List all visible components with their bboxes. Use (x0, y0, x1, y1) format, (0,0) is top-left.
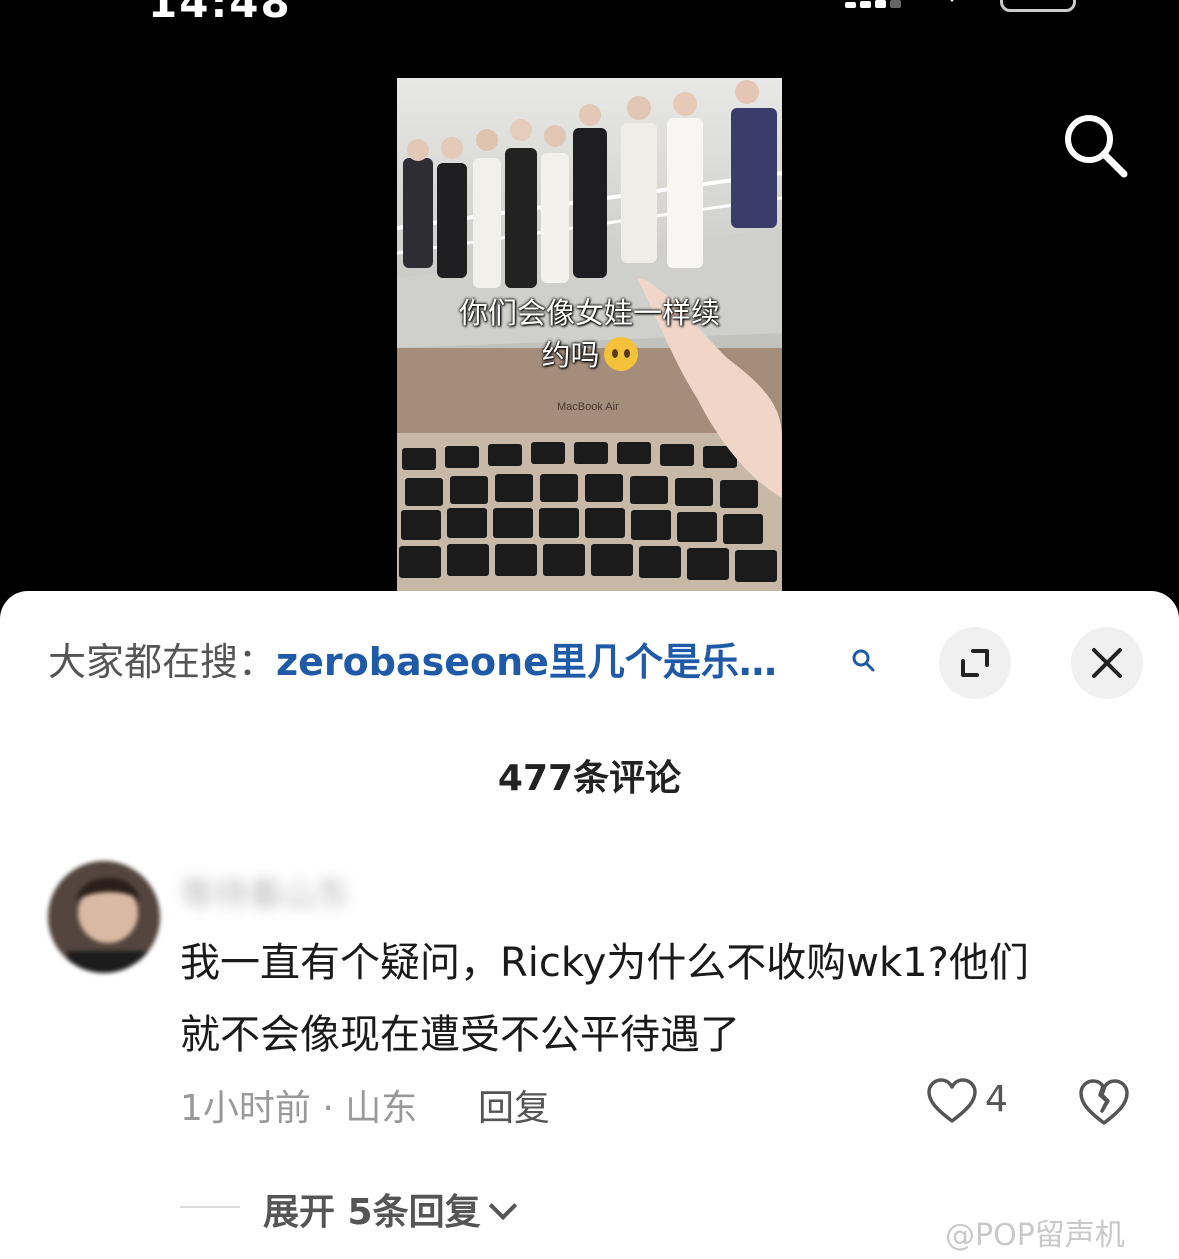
video-caption: 你们会像女娃一样续 约吗 (397, 292, 782, 376)
wifi-icon (950, 0, 954, 2)
avatar[interactable] (48, 861, 160, 973)
status-bar: 14:48 (0, 0, 1179, 27)
caption-line-2: 约吗 (541, 338, 600, 372)
reply-button[interactable]: 回复 (478, 1079, 550, 1131)
status-time: 14:48 (148, 0, 292, 27)
trending-query-link[interactable]: zerobaseone里几个是乐… (276, 640, 777, 684)
comment-text: 我一直有个疑问，Ricky为什么不收购wk1?他们 就不会像现在遭受不公平待遇了 (180, 927, 1140, 1071)
chevron-down-icon (488, 1191, 517, 1221)
like-count: 4 (985, 1079, 1008, 1120)
caption-line-1: 你们会像女娃一样续 (458, 296, 720, 330)
laptop-label: MacBook Air (557, 401, 619, 413)
trending-search[interactable]: 大家都在搜：zerobaseone里几个是乐… (48, 631, 777, 686)
battery-icon (1000, 0, 1076, 12)
search-icon (852, 649, 875, 672)
search-icon[interactable] (1058, 108, 1130, 180)
heart-icon[interactable] (926, 1077, 978, 1125)
comment-username[interactable]: 等待着山东 (180, 867, 350, 916)
close-icon (1092, 648, 1122, 678)
avatar-image (48, 861, 160, 973)
expand-replies-button[interactable]: 展开 5条回复 (263, 1183, 517, 1235)
broken-heart-icon[interactable] (1078, 1077, 1130, 1127)
trending-prefix: 大家都在搜： (48, 640, 277, 684)
comment-meta: 1小时前 · 山东 (180, 1088, 418, 1129)
video-player[interactable]: MacBook Air 你们会像女娃一样续 约吗 (397, 78, 782, 591)
comment-text-line-1: 我一直有个疑问，Ricky为什么不收购wk1?他们 (180, 940, 1029, 986)
expand-icon (961, 649, 989, 677)
signal-icon (845, 0, 905, 8)
expand-button[interactable] (939, 627, 1011, 699)
watermark: @POP留声机 (945, 1218, 1125, 1253)
divider (180, 1206, 240, 1208)
comment-count: 477条评论 (497, 758, 682, 799)
pleading-face-emoji-icon (603, 337, 638, 371)
expand-replies-label: 展开 5条回复 (263, 1192, 481, 1233)
comment-text-line-2: 就不会像现在遭受不公平待遇了 (180, 1012, 740, 1058)
comment-sheet: 大家都在搜：zerobaseone里几个是乐… 477条评论 等待着山东 我一直… (0, 591, 1179, 1259)
close-button[interactable] (1071, 627, 1143, 699)
